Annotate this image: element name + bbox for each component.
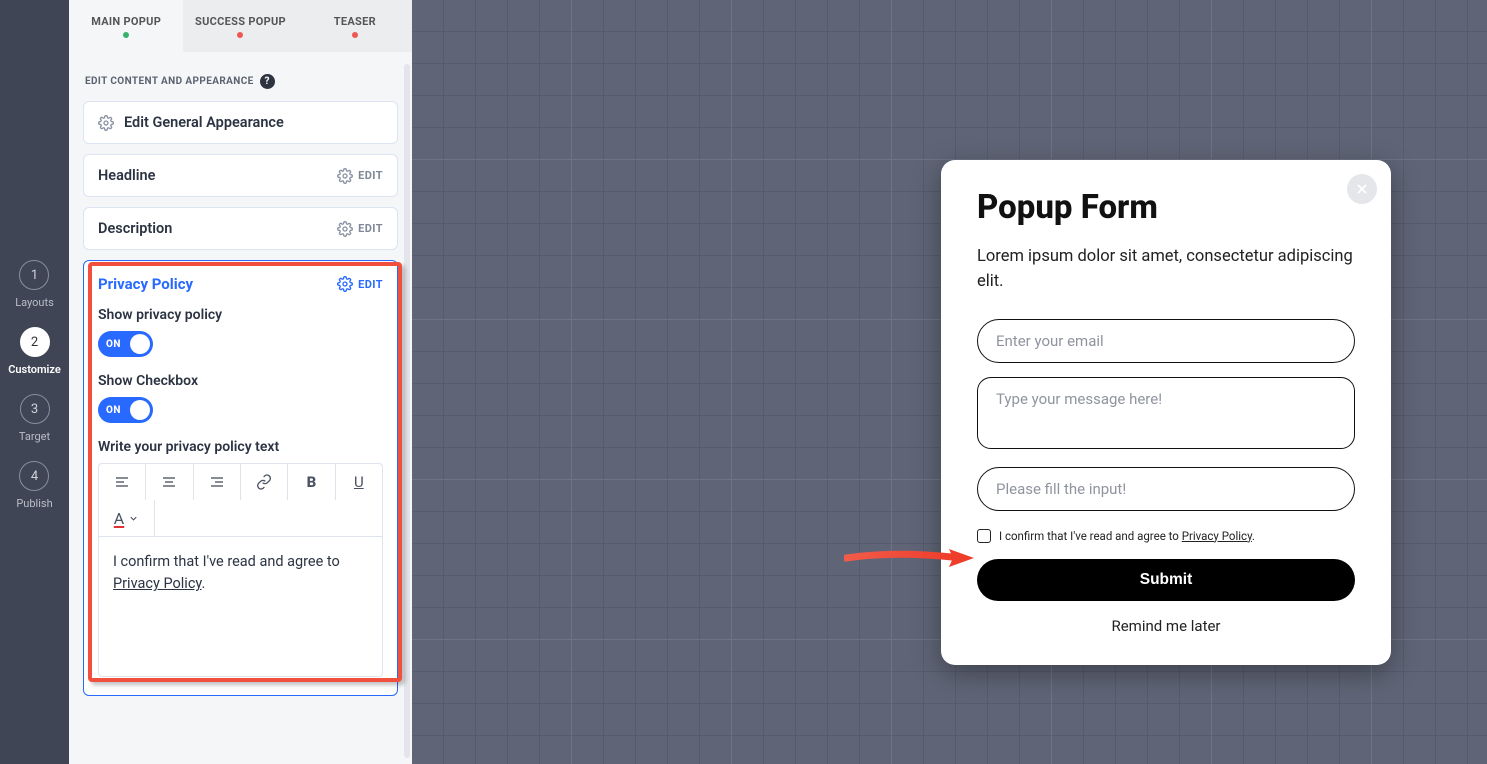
card-headline[interactable]: Headline EDIT (83, 154, 398, 197)
remind-later-link[interactable]: Remind me later (977, 617, 1355, 635)
consent-link[interactable]: Privacy Policy (1182, 529, 1252, 543)
consent-post: . (1252, 529, 1255, 543)
edit-text: EDIT (358, 169, 383, 182)
align-center-icon[interactable] (146, 464, 193, 500)
stepper-rail: 1 Layouts 2 Customize 3 Target 4 Publish (0, 0, 69, 764)
rte-textarea[interactable]: I confirm that I've read and agree to Pr… (98, 537, 383, 677)
status-dot-icon (237, 32, 243, 38)
toggle-state: ON (106, 405, 121, 416)
tab-label: MAIN POPUP (91, 15, 161, 28)
tab-label: TEASER (334, 15, 376, 28)
status-dot-icon (352, 32, 358, 38)
align-right-icon[interactable] (194, 464, 241, 500)
section-heading: EDIT CONTENT AND APPEARANCE ? (85, 74, 398, 89)
rte-text-link[interactable]: Privacy Policy (113, 575, 202, 592)
section-heading-text: EDIT CONTENT AND APPEARANCE (85, 76, 254, 87)
preview-canvas: Popup Form Lorem ipsum dolor sit amet, c… (412, 0, 1487, 764)
edit-link[interactable]: EDIT (337, 276, 383, 292)
step-label: Layouts (15, 296, 54, 309)
rte-text-post: . (202, 575, 206, 592)
email-input[interactable] (977, 319, 1355, 363)
message-textarea[interactable] (977, 377, 1355, 449)
label-write-text: Write your privacy policy text (98, 439, 383, 455)
step-label: Target (19, 430, 50, 443)
text-color-picker[interactable]: A (99, 500, 155, 536)
rte-toolbar-row1: B U (98, 463, 383, 500)
help-icon[interactable]: ? (260, 74, 275, 89)
scrollbar[interactable] (404, 64, 410, 758)
toggle-state: ON (106, 339, 121, 350)
step-label: Publish (16, 497, 52, 510)
step-number: 4 (19, 461, 49, 491)
tab-teaser[interactable]: TEASER (298, 0, 412, 52)
gear-icon (98, 115, 114, 131)
card-title: Privacy Policy (98, 275, 193, 293)
tab-success-popup[interactable]: SUCCESS POPUP (183, 0, 297, 52)
consent-row: I confirm that I've read and agree to Pr… (977, 529, 1355, 543)
panel-body: EDIT CONTENT AND APPEARANCE ? Edit Gener… (69, 52, 412, 764)
chevron-down-icon (128, 513, 139, 524)
gear-icon (337, 276, 353, 292)
toggle-show-checkbox[interactable]: ON (98, 397, 153, 423)
edit-link[interactable]: EDIT (337, 221, 383, 237)
consent-text: I confirm that I've read and agree to Pr… (999, 529, 1255, 543)
edit-link[interactable]: EDIT (337, 168, 383, 184)
card-title: Headline (98, 167, 155, 184)
edit-text: EDIT (358, 222, 383, 235)
status-dot-icon (123, 32, 129, 38)
card-title: Edit General Appearance (124, 114, 284, 131)
tab-label: SUCCESS POPUP (195, 15, 286, 28)
consent-pre: I confirm that I've read and agree to (999, 529, 1182, 543)
popup-title: Popup Form (977, 188, 1355, 227)
toggle-show-privacy[interactable]: ON (98, 331, 153, 357)
step-target[interactable]: 3 Target (19, 394, 50, 443)
card-title: Description (98, 220, 172, 237)
submit-button[interactable]: Submit (977, 559, 1355, 601)
underline-icon[interactable]: U (336, 464, 382, 500)
panel-tabs: MAIN POPUP SUCCESS POPUP TEASER (69, 0, 412, 52)
bold-icon[interactable]: B (288, 464, 335, 500)
step-layouts[interactable]: 1 Layouts (15, 260, 54, 309)
rte-text-pre: I confirm that I've read and agree to (113, 553, 340, 570)
text-color-icon: A (114, 509, 124, 528)
popup-description: Lorem ipsum dolor sit amet, consectetur … (977, 245, 1355, 295)
step-label: Customize (8, 363, 61, 376)
editor-panel: MAIN POPUP SUCCESS POPUP TEASER EDIT CON… (69, 0, 412, 764)
step-customize[interactable]: 2 Customize (8, 327, 61, 376)
card-description[interactable]: Description EDIT (83, 207, 398, 250)
popup-preview: Popup Form Lorem ipsum dolor sit amet, c… (941, 160, 1391, 665)
label-show-checkbox: Show Checkbox (98, 373, 383, 389)
gear-icon (337, 221, 353, 237)
close-button[interactable] (1347, 174, 1377, 204)
step-number: 3 (20, 394, 50, 424)
rte-toolbar-row2: A (98, 500, 383, 537)
tab-main-popup[interactable]: MAIN POPUP (69, 0, 183, 52)
step-number: 1 (19, 260, 49, 290)
edit-text: EDIT (358, 278, 383, 291)
gear-icon (337, 168, 353, 184)
step-publish[interactable]: 4 Publish (16, 461, 52, 510)
card-privacy-policy: Privacy Policy EDIT Show privacy policy … (83, 260, 398, 696)
label-show-privacy: Show privacy policy (98, 307, 383, 323)
consent-checkbox[interactable] (977, 529, 991, 543)
link-icon[interactable] (241, 464, 288, 500)
step-number: 2 (20, 327, 50, 357)
align-left-icon[interactable] (99, 464, 146, 500)
extra-input[interactable] (977, 467, 1355, 511)
close-icon (1355, 182, 1369, 196)
card-general-appearance[interactable]: Edit General Appearance (83, 101, 398, 144)
